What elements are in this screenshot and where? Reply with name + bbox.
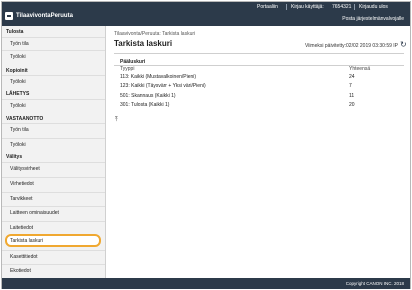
sidebar-item-label: Laitteen ominaisuudet bbox=[10, 210, 59, 216]
breadcrumb[interactable]: Tilaavivonta/Peruuta: Tarkista laskuri bbox=[114, 31, 195, 37]
footer: Copyright CANON INC. 2018 bbox=[2, 278, 410, 289]
last-updated-text: Viimeksi päivitetty:02/02 2019 03:30:59 … bbox=[304, 43, 398, 49]
sidebar-item-eco-info[interactable]: Ekotiedot bbox=[2, 264, 105, 277]
sidebar-item-receive-job-log[interactable]: Työloki bbox=[2, 138, 105, 151]
sidebar-item-device-info[interactable]: Laitetiedot bbox=[2, 221, 105, 234]
counter-type: 301: Tulosta (Kaikki 1) bbox=[120, 102, 170, 108]
sidebar-item-cassette-info[interactable]: Kasettitiedot bbox=[2, 250, 105, 263]
app-window: TilaavivontaPeruuta Portaaliin Kirjau kä… bbox=[1, 1, 411, 289]
printer-logo-icon bbox=[5, 12, 13, 20]
sidebar-item-check-counter[interactable]: Tarkista laskuri bbox=[5, 234, 101, 247]
column-header-type: Tyyppi bbox=[120, 66, 135, 72]
main-content: Tilaavivonta/Peruuta: Tarkista laskuri T… bbox=[107, 26, 410, 278]
sidebar-item-copy-job-log[interactable]: Työloki bbox=[2, 75, 105, 88]
sidebar-item-error-log[interactable]: Välitysvirheet bbox=[2, 162, 105, 175]
top-bar: TilaavivontaPeruuta Portaaliin Kirjau kä… bbox=[2, 2, 410, 26]
sidebar-item-print-job-status[interactable]: Työn tila bbox=[2, 37, 105, 50]
sidebar-section-title: Kopioinit bbox=[6, 68, 28, 74]
sidebar-item-device-features[interactable]: Laitteen ominaisuudet bbox=[2, 206, 105, 219]
mail-admin-link[interactable]: Posta järjestelmänvalvojalle bbox=[342, 16, 404, 22]
sidebar-section-title: Tulosta bbox=[6, 29, 24, 35]
sidebar-section-title: Välitys bbox=[6, 154, 23, 160]
sidebar-item-label: Laitetiedot bbox=[10, 225, 34, 231]
counter-type: 113: Kaikki (Mustavalkoinen/Pieni) bbox=[120, 74, 197, 80]
counter-type: 123: Kaikki (Täysvärr + Yksi väri/Pieni) bbox=[120, 83, 206, 89]
column-header-total: Yhteensä bbox=[349, 66, 371, 72]
divider bbox=[286, 4, 287, 10]
page-title: Tarkista laskuri bbox=[114, 39, 173, 48]
sidebar-item-consumables[interactable]: Tarvikkeet bbox=[2, 192, 105, 205]
table-row: 501: Skannaus (Kaikki 1) 11 bbox=[114, 93, 404, 101]
user-id: 7654321 bbox=[332, 4, 352, 10]
divider bbox=[114, 53, 404, 54]
sidebar-item-send-job-log[interactable]: Työloki bbox=[2, 99, 105, 112]
sidebar-item-label: Työloki bbox=[10, 79, 26, 85]
table-row: 123: Kaikki (Täysvärr + Yksi väri/Pieni)… bbox=[114, 83, 404, 91]
user-label: Kirjau käyttäjä: bbox=[291, 4, 324, 10]
logout-button[interactable]: Kirjaudu ulos bbox=[359, 4, 388, 10]
sidebar-item-label: Tarvikkeet bbox=[10, 196, 33, 202]
counter-type: 501: Skannaus (Kaikki 1) bbox=[120, 93, 176, 99]
sidebar-section-title: LÄHETYS bbox=[6, 91, 30, 97]
sidebar-item-label: Työn tila bbox=[10, 41, 29, 47]
table-row: 113: Kaikki (Mustavalkoinen/Pieni) 24 bbox=[114, 74, 404, 82]
app-title: TilaavivontaPeruuta bbox=[16, 13, 73, 19]
counter-total: 24 bbox=[349, 74, 355, 80]
sidebar-item-error-info[interactable]: Virhetiedot bbox=[2, 177, 105, 190]
sidebar-item-label: Ekotiedot bbox=[10, 268, 31, 274]
sidebar-item-label: Työloki bbox=[10, 54, 26, 60]
back-to-top-icon[interactable]: ⤒ bbox=[115, 117, 118, 124]
counter-total: 20 bbox=[349, 102, 355, 108]
sidebar-item-receive-job-status[interactable]: Työn tila bbox=[2, 123, 105, 136]
copyright-text: Copyright CANON INC. 2018 bbox=[345, 281, 404, 286]
sidebar-item-label: Työn tila bbox=[10, 127, 29, 133]
sidebar-item-print-job-log[interactable]: Työloki bbox=[2, 50, 105, 63]
sidebar-item-label: Välitysvirheet bbox=[10, 166, 40, 172]
sidebar-item-label: Työloki bbox=[10, 142, 26, 148]
refresh-icon[interactable]: ↻ bbox=[400, 41, 407, 49]
sidebar-section-title: VASTAANOTTO bbox=[6, 116, 44, 122]
counter-total: 11 bbox=[349, 93, 355, 99]
divider bbox=[354, 4, 355, 10]
sidebar: Tulosta Työn tila Työloki Kopioinit Työl… bbox=[2, 26, 106, 278]
sidebar-item-label: Kasettitiedot bbox=[10, 254, 38, 260]
portal-link[interactable]: Portaaliin bbox=[257, 4, 278, 10]
sidebar-item-label: Työloki bbox=[10, 103, 26, 109]
sidebar-item-label: Tarkista laskuri bbox=[10, 238, 44, 244]
sidebar-item-label: Virhetiedot bbox=[10, 181, 34, 187]
table-row: 301: Tulosta (Kaikki 1) 20 bbox=[114, 102, 404, 110]
counter-total: 7 bbox=[349, 83, 352, 89]
